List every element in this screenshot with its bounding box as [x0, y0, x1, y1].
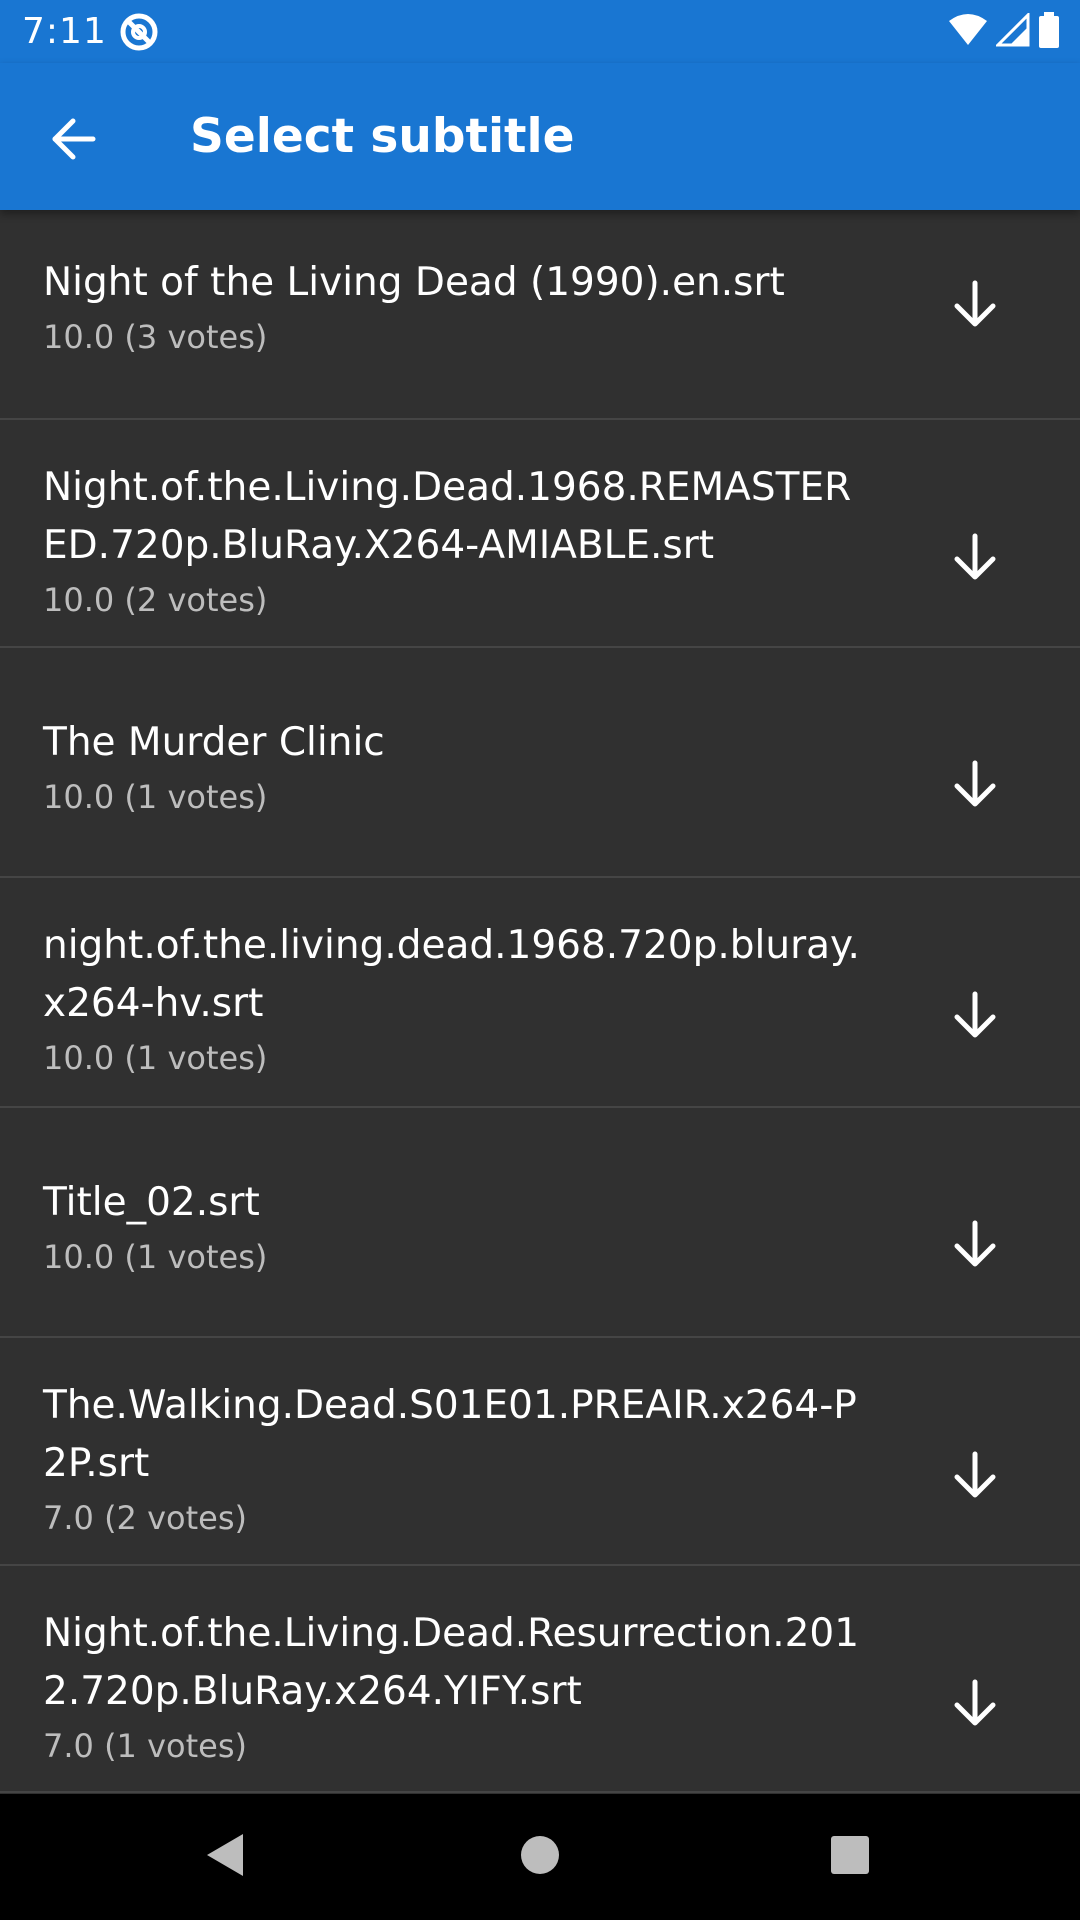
subtitle-text: The Murder Clinic 10.0 (1 votes)	[43, 714, 873, 820]
subtitle-row[interactable]: The.Walking.Dead.S01E01.PREAIR.x264-P2P.…	[0, 1338, 1080, 1566]
recents-square-icon	[829, 1834, 871, 1880]
download-button[interactable]	[935, 1437, 1015, 1517]
arrow-down-icon	[951, 279, 999, 333]
subtitle-rating: 10.0 (1 votes)	[43, 778, 268, 816]
arrow-back-icon	[49, 114, 99, 168]
subtitle-rating: 10.0 (3 votes)	[43, 318, 268, 356]
download-button[interactable]	[935, 266, 1015, 346]
back-triangle-icon	[203, 1830, 247, 1884]
subtitle-filename: The.Walking.Dead.S01E01.PREAIR.x264-P2P.…	[43, 1383, 857, 1486]
subtitle-rating: 7.0 (2 votes)	[43, 1499, 247, 1537]
subtitle-rating: 10.0 (1 votes)	[43, 1238, 268, 1276]
subtitle-row[interactable]: The Murder Clinic 10.0 (1 votes)	[0, 648, 1080, 878]
signal-icon	[994, 11, 1030, 51]
arrow-down-icon	[951, 1450, 999, 1504]
subtitle-row[interactable]: Night.of.the.Living.Dead.Resurrection.20…	[0, 1566, 1080, 1793]
navigation-bar	[0, 1794, 1080, 1920]
download-button[interactable]	[935, 519, 1015, 599]
battery-icon	[1038, 12, 1060, 52]
status-time: 7:11	[22, 11, 107, 52]
subtitle-text: Night of the Living Dead (1990).en.srt 10…	[43, 254, 873, 360]
arrow-down-icon	[951, 532, 999, 586]
arrow-down-icon	[951, 1219, 999, 1273]
subtitle-filename: Title_02.srt	[43, 1180, 260, 1225]
subtitle-row[interactable]: night.of.the.living.dead.1968.720p.blura…	[0, 878, 1080, 1108]
download-button[interactable]	[935, 977, 1015, 1057]
subtitle-text: The.Walking.Dead.S01E01.PREAIR.x264-P2P.…	[43, 1377, 873, 1541]
subtitle-filename: Night.of.the.Living.Dead.1968.REMASTERED…	[43, 465, 852, 568]
subtitle-row[interactable]: Night of the Living Dead (1990).en.srt 10…	[0, 210, 1080, 420]
nav-back-button[interactable]	[190, 1822, 260, 1892]
subtitle-filename: The Murder Clinic	[43, 720, 385, 765]
back-button[interactable]	[36, 103, 112, 179]
subtitle-filename: night.of.the.living.dead.1968.720p.blura…	[43, 923, 860, 1026]
arrow-down-icon	[951, 759, 999, 813]
app-notification-icon	[119, 12, 159, 52]
subtitle-text: Night.of.the.Living.Dead.Resurrection.20…	[43, 1605, 873, 1769]
subtitle-row[interactable]: Night.of.the.Living.Dead.1968.REMASTERED…	[0, 420, 1080, 648]
subtitle-text: Night.of.the.Living.Dead.1968.REMASTERED…	[43, 459, 873, 623]
download-button[interactable]	[935, 1665, 1015, 1745]
subtitle-row[interactable]: Title_02.srt 10.0 (1 votes)	[0, 1108, 1080, 1338]
nav-home-button[interactable]	[505, 1822, 575, 1892]
subtitle-filename: Night.of.the.Living.Dead.Resurrection.20…	[43, 1611, 860, 1714]
subtitle-text: Title_02.srt 10.0 (1 votes)	[43, 1174, 873, 1280]
nav-recents-button[interactable]	[815, 1822, 885, 1892]
subtitle-filename: Night of the Living Dead (1990).en.srt	[43, 260, 785, 305]
download-button[interactable]	[935, 1206, 1015, 1286]
subtitle-list: Night of the Living Dead (1990).en.srt 10…	[0, 210, 1080, 1794]
status-icons	[948, 11, 1060, 52]
subtitle-rating: 10.0 (2 votes)	[43, 581, 268, 619]
arrow-down-icon	[951, 1678, 999, 1732]
wifi-icon	[948, 13, 988, 51]
app-bar: Select subtitle	[0, 63, 1080, 210]
status-bar: 7:11	[0, 0, 1080, 63]
subtitle-text: night.of.the.living.dead.1968.720p.blura…	[43, 917, 873, 1081]
download-button[interactable]	[935, 746, 1015, 826]
home-circle-icon	[518, 1833, 562, 1881]
subtitle-rating: 10.0 (1 votes)	[43, 1039, 268, 1077]
page-title: Select subtitle	[190, 109, 575, 164]
subtitle-rating: 7.0 (1 votes)	[43, 1727, 247, 1765]
arrow-down-icon	[951, 990, 999, 1044]
